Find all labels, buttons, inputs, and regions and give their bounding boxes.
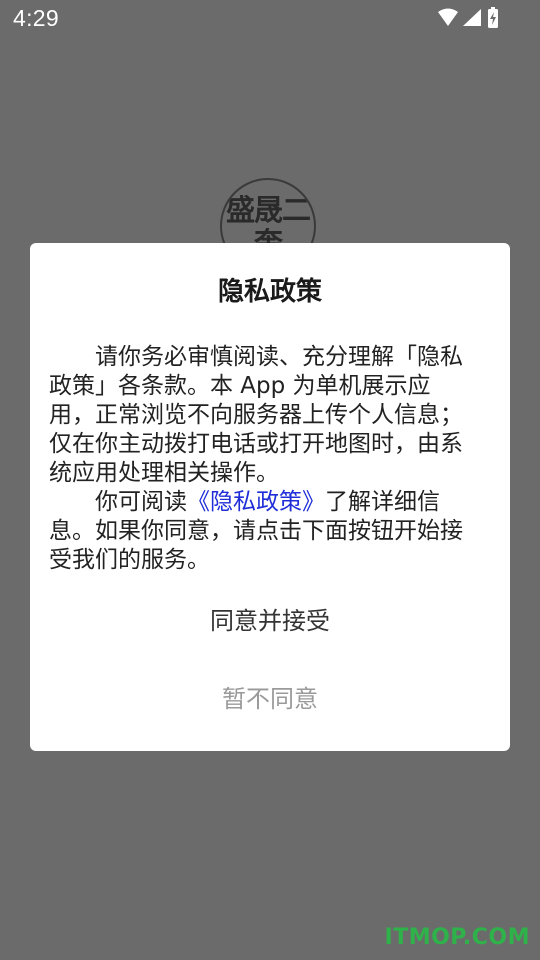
privacy-policy-link[interactable]: 《隐私政策》 <box>187 489 325 515</box>
status-time: 4:29 <box>13 5 59 31</box>
battery-charging-icon <box>488 7 498 28</box>
wifi-icon <box>438 8 458 26</box>
status-icons <box>436 6 502 30</box>
paragraph-2-prefix: 你可阅读 <box>95 489 187 515</box>
dialog-body: 请你务必审慎阅读、充分理解「隐私政策」各条款。本 App 为单机展示应用，正常浏… <box>49 343 475 575</box>
status-bar: 4:29 <box>0 0 540 38</box>
screen: 4:29 盛晟二奎 隐私政策 请你务必审慎阅读、充分理解「隐私政策」 <box>0 0 540 960</box>
decline-button[interactable]: 暂不同意 <box>130 677 410 721</box>
dialog-title: 隐私政策 <box>217 277 322 307</box>
privacy-paragraph-2: 你可阅读《隐私政策》了解详细信息。如果你同意，请点击下面按钮开始接受我们的服务。 <box>49 488 475 575</box>
signal-icon <box>463 9 481 26</box>
privacy-dialog: 隐私政策 请你务必审慎阅读、充分理解「隐私政策」各条款。本 App 为单机展示应… <box>30 243 510 751</box>
privacy-paragraph-1: 请你务必审慎阅读、充分理解「隐私政策」各条款。本 App 为单机展示应用，正常浏… <box>49 344 463 486</box>
watermark: ITMOP.COM <box>384 925 530 950</box>
agree-button[interactable]: 同意并接受 <box>130 599 410 643</box>
